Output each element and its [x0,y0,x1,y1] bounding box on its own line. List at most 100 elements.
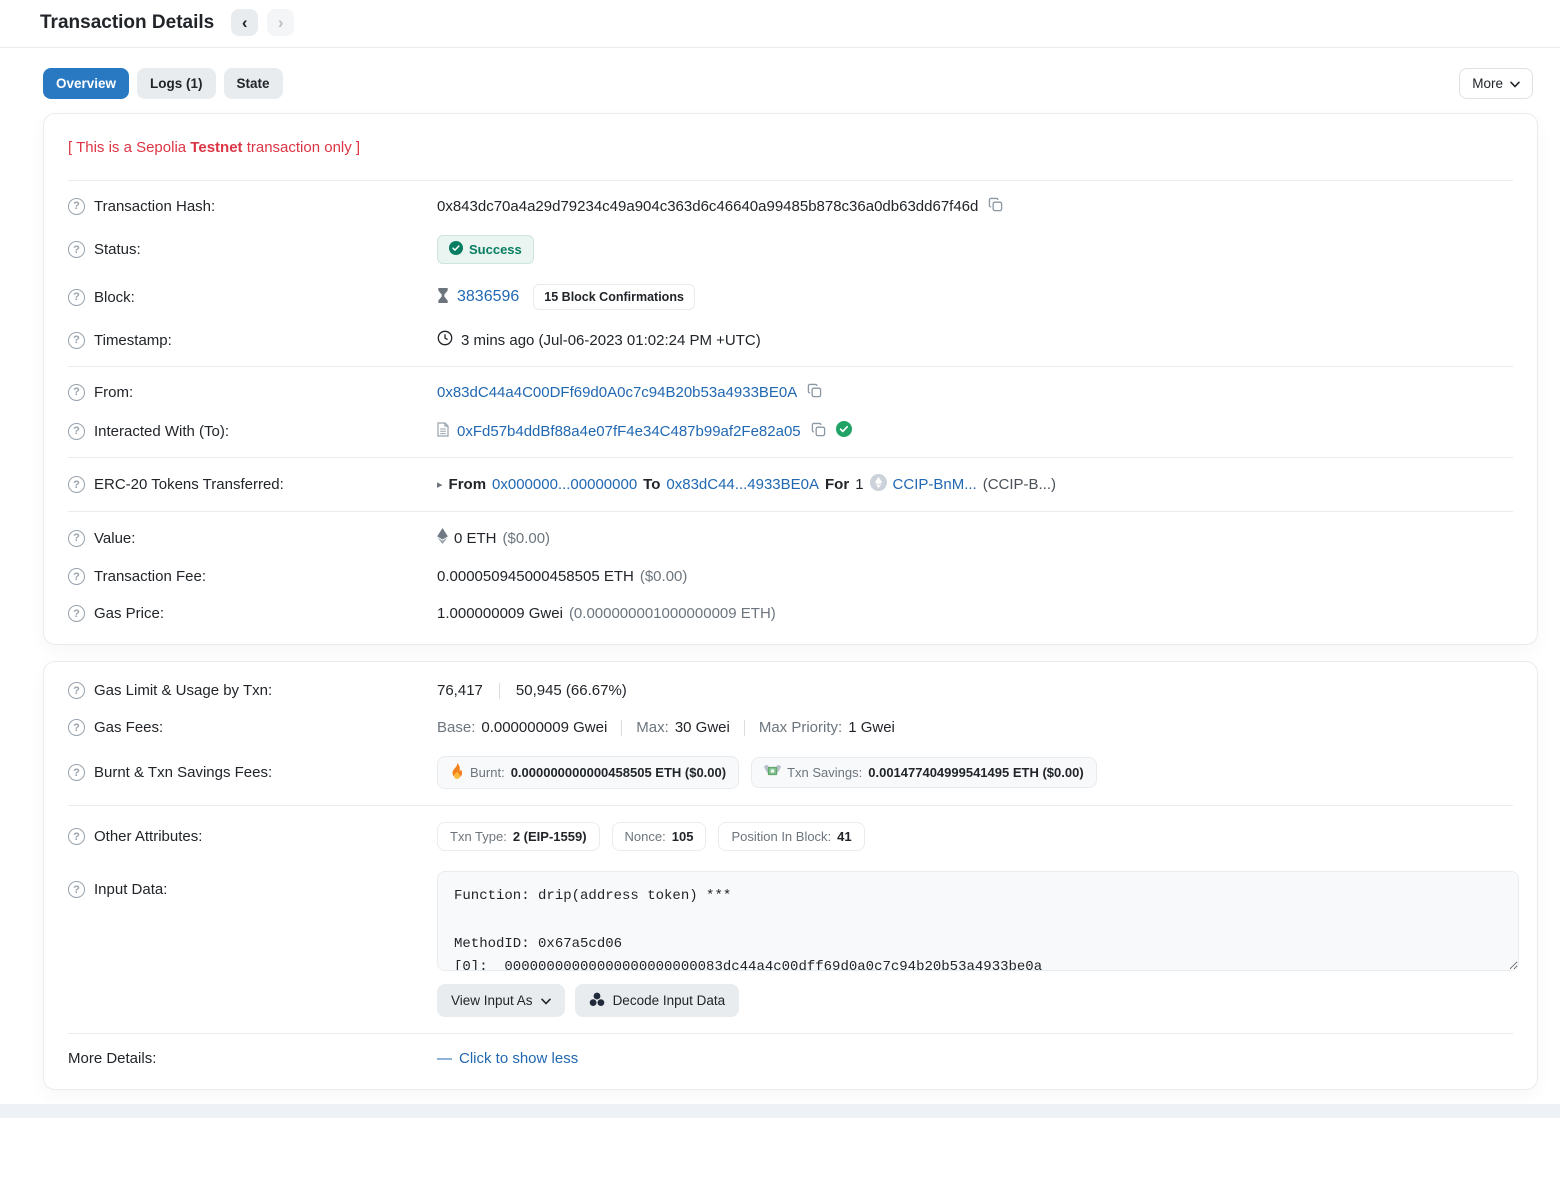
help-icon[interactable]: ? [68,332,85,349]
erc20-for-label: For [825,476,849,493]
position-value: 41 [837,829,851,844]
gas-usage-value: 50,945 (66.67%) [516,682,627,699]
gas-price-value: 1.000000009 Gwei [437,605,563,622]
next-transaction-button[interactable]: › [267,9,294,36]
divider [68,180,1513,181]
more-button-label: More [1472,76,1503,91]
caret-right-icon: ▸ [437,478,443,491]
row-input-data: ? Input Data: Function: drip(address tok… [68,861,1513,1027]
input-data-buttons: View Input As Decode Input Data [437,984,1519,1017]
transaction-hash-value: 0x843dc70a4a29d79234c49a904c363d6c46640a… [437,198,978,215]
txn-savings-value: 0.001477404999541495 ETH ($0.00) [868,765,1083,780]
decode-input-data-button[interactable]: Decode Input Data [575,984,740,1017]
testnet-warning-prefix: [ This is a Sepolia [68,139,190,156]
timestamp-value: 3 mins ago (Jul-06-2023 01:02:24 PM +UTC… [461,332,761,349]
clock-icon [437,330,453,350]
nonce-badge: Nonce: 105 [612,822,707,851]
divider [68,1033,1513,1034]
row-label: ? Gas Limit & Usage by Txn: [68,682,437,699]
testnet-warning: [ This is a Sepolia Testnet transaction … [68,124,1513,174]
help-icon[interactable]: ? [68,384,85,401]
divider [68,511,1513,512]
row-value-eth: ? Value: 0 ETH ($0.00) [68,518,1513,558]
row-value: 76,417 50,945 (66.67%) [437,682,627,699]
copy-button[interactable] [986,197,1005,215]
row-value: Base: 0.000000009 Gwei Max: 30 Gwei Max … [437,719,895,736]
erc20-amount: 1 [855,476,863,493]
help-icon[interactable]: ? [68,764,85,781]
erc20-to-address-link[interactable]: 0x83dC44...4933BE0A [666,476,819,493]
help-icon[interactable]: ? [68,605,85,622]
help-icon[interactable]: ? [68,289,85,306]
row-status: ? Status: Success [68,225,1513,274]
copy-button[interactable] [809,422,828,440]
row-block: ? Block: 3836596 15 Block Confirmations [68,274,1513,320]
tab-logs[interactable]: Logs (1) [137,68,216,99]
chevron-right-icon: › [278,14,284,31]
max-priority-value: 1 Gwei [848,719,895,736]
more-dropdown-button[interactable]: More [1459,68,1533,99]
value-label: Value: [94,530,135,547]
row-label: ? Value: [68,530,437,547]
help-icon[interactable]: ? [68,719,85,736]
transaction-fee-usd: ($0.00) [640,568,688,585]
token-icon [870,474,887,495]
erc20-from-address-link[interactable]: 0x000000...00000000 [492,476,637,493]
divider [68,366,1513,367]
other-attributes-label: Other Attributes: [94,828,202,845]
status-badge-text: Success [469,242,522,257]
status-badge: Success [437,235,534,264]
row-value: Burnt: 0.000000000000458505 ETH ($0.00) … [437,756,1097,789]
token-name-link[interactable]: CCIP-BnM... [893,476,977,493]
view-input-as-label: View Input As [451,993,533,1008]
help-icon[interactable]: ? [68,881,85,898]
copy-icon [811,422,826,440]
row-label: ? Other Attributes: [68,828,437,845]
testnet-warning-bold: Testnet [190,139,242,156]
row-value: Txn Type: 2 (EIP-1559) Nonce: 105 Positi… [437,822,865,851]
row-value: 3 mins ago (Jul-06-2023 01:02:24 PM +UTC… [437,330,761,350]
tab-overview[interactable]: Overview [43,68,129,99]
row-label: ? Gas Fees: [68,719,437,736]
input-data-textarea[interactable]: Function: drip(address token) *** Method… [437,871,1519,971]
tab-state[interactable]: State [224,68,283,99]
copy-button[interactable] [805,383,824,401]
erc20-transfer-item: ▸ From 0x000000...00000000 To 0x83dC44..… [437,474,1056,495]
max-priority-label: Max Priority: [759,719,842,736]
help-icon[interactable]: ? [68,241,85,258]
row-gas-limit: ? Gas Limit & Usage by Txn: 76,417 50,94… [68,672,1513,709]
row-label: ? From: [68,384,437,401]
from-address-link[interactable]: 0x83dC44a4C00DFf69d0A0c7c94B20b53a4933BE… [437,384,797,401]
prev-transaction-button[interactable]: ‹ [231,9,258,36]
help-icon[interactable]: ? [68,682,85,699]
block-label: Block: [94,289,135,306]
help-icon[interactable]: ? [68,198,85,215]
erc20-label: ERC-20 Tokens Transferred: [94,476,284,493]
help-icon[interactable]: ? [68,530,85,547]
check-circle-icon [449,241,463,258]
flame-icon [450,763,464,782]
burnt-fees-label: Burnt & Txn Savings Fees: [94,764,272,781]
minus-icon: — [437,1050,452,1067]
view-input-as-button[interactable]: View Input As [437,984,565,1017]
to-address-link[interactable]: 0xFd57b4ddBf88a4e07fF4e34C487b99af2Fe82a… [457,423,801,440]
txn-type-badge: Txn Type: 2 (EIP-1559) [437,822,600,851]
row-label: ? Transaction Hash: [68,198,437,215]
burnt-value: 0.000000000000458505 ETH ($0.00) [511,765,726,780]
row-value: 0x83dC44a4C00DFf69d0A0c7c94B20b53a4933BE… [437,383,824,401]
decode-button-label: Decode Input Data [613,993,726,1008]
gas-price-label: Gas Price: [94,605,164,622]
page-bottom-strip [0,1104,1560,1118]
row-label: ? Transaction Fee: [68,568,437,585]
eth-icon [437,528,448,548]
help-icon[interactable]: ? [68,828,85,845]
show-less-link[interactable]: — Click to show less [437,1050,578,1067]
row-label: More Details: [68,1050,437,1067]
row-from: ? From: 0x83dC44a4C00DFf69d0A0c7c94B20b5… [68,373,1513,411]
help-icon[interactable]: ? [68,568,85,585]
help-icon[interactable]: ? [68,476,85,493]
txn-savings-label: Txn Savings: [787,765,862,780]
help-icon[interactable]: ? [68,423,85,440]
copy-icon [988,197,1003,215]
block-link[interactable]: 3836596 [457,288,519,306]
